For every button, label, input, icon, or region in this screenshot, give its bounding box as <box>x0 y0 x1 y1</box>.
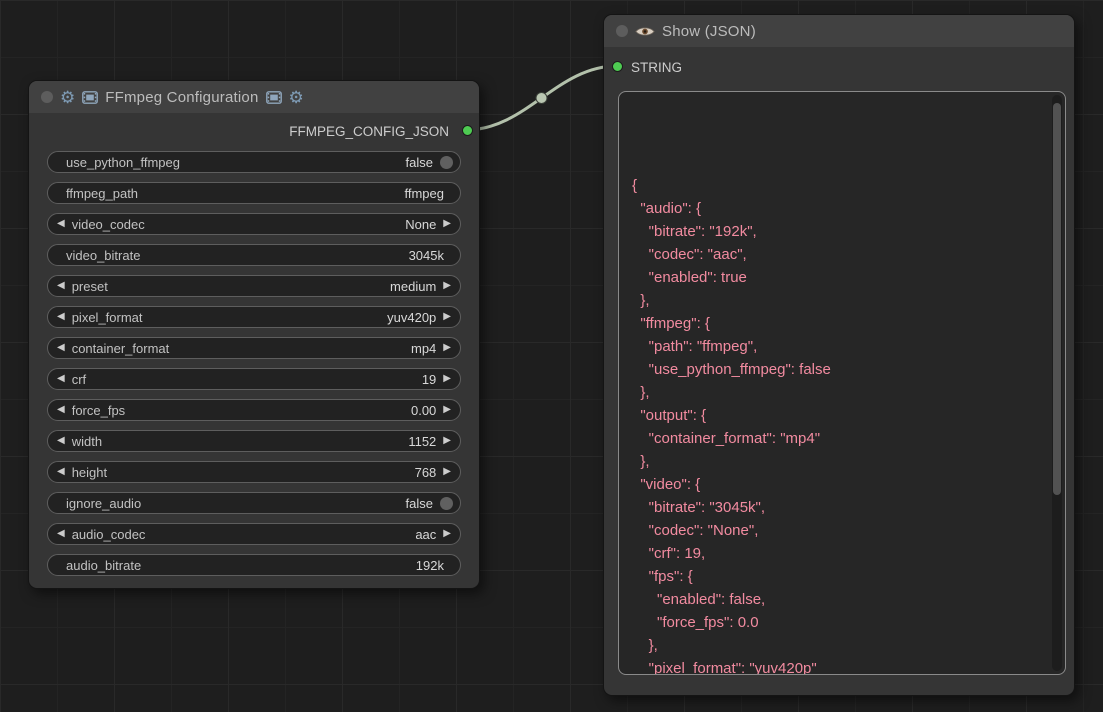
widget-preset[interactable]: ◀ preset medium ▶ <box>47 275 461 297</box>
widget-label: ignore_audio <box>66 496 141 511</box>
decrement-arrow-icon[interactable]: ◀ <box>57 343 65 353</box>
decrement-arrow-icon[interactable]: ◀ <box>57 281 65 291</box>
increment-arrow-icon[interactable]: ▶ <box>443 374 451 384</box>
increment-arrow-icon[interactable]: ▶ <box>443 312 451 322</box>
output-port-ffmpeg-config-json[interactable] <box>462 125 473 136</box>
ffmpeg-configuration-node[interactable]: ⚙ FFmpeg Configuration ⚙ FFMPEG_CONFIG_J… <box>28 80 480 589</box>
collapse-dot[interactable] <box>41 91 53 103</box>
collapse-dot[interactable] <box>616 25 628 37</box>
toggle-knob-icon[interactable] <box>440 497 453 510</box>
node-title-bar[interactable]: ⚙ FFmpeg Configuration ⚙ <box>29 81 479 113</box>
output-slot-label: FFMPEG_CONFIG_JSON <box>289 124 449 139</box>
widget-label: container_format <box>72 341 170 356</box>
widget-value: medium <box>390 279 436 294</box>
widget-ffmpeg_path[interactable]: ◀ ffmpeg_path ffmpeg ▶ <box>47 182 461 204</box>
widget-label: preset <box>72 279 108 294</box>
widget-label: ffmpeg_path <box>66 186 138 201</box>
toggle-knob-icon[interactable] <box>440 156 453 169</box>
link-midpoint-dot <box>536 93 547 104</box>
node-title: FFmpeg Configuration <box>105 89 258 106</box>
widget-list: ◀ use_python_ffmpeg false ▶ ◀ ffmpeg_pat… <box>29 143 479 588</box>
input-port-string[interactable] <box>612 61 623 72</box>
film-icon <box>266 91 282 104</box>
widget-video_codec[interactable]: ◀ video_codec None ▶ <box>47 213 461 235</box>
widget-value: 192k <box>416 558 444 573</box>
widget-value: 0.00 <box>411 403 436 418</box>
widget-ignore_audio[interactable]: ◀ ignore_audio false ▶ <box>47 492 461 514</box>
gear-icon: ⚙ <box>289 89 304 106</box>
widget-label: audio_codec <box>72 527 146 542</box>
increment-arrow-icon[interactable]: ▶ <box>443 467 451 477</box>
widget-label: width <box>72 434 102 449</box>
widget-audio_bitrate[interactable]: ◀ audio_bitrate 192k ▶ <box>47 554 461 576</box>
widget-value: mp4 <box>411 341 436 356</box>
widget-value: 1152 <box>408 434 436 449</box>
increment-arrow-icon[interactable]: ▶ <box>443 529 451 539</box>
scrollbar-thumb[interactable] <box>1053 103 1061 495</box>
widget-audio_codec[interactable]: ◀ audio_codec aac ▶ <box>47 523 461 545</box>
decrement-arrow-icon[interactable]: ◀ <box>57 312 65 322</box>
eye-icon <box>635 25 655 38</box>
widget-value: ffmpeg <box>404 186 444 201</box>
widget-crf[interactable]: ◀ crf 19 ▶ <box>47 368 461 390</box>
widget-video_bitrate[interactable]: ◀ video_bitrate 3045k ▶ <box>47 244 461 266</box>
increment-arrow-icon[interactable]: ▶ <box>443 219 451 229</box>
decrement-arrow-icon[interactable]: ◀ <box>57 405 65 415</box>
widget-use_python_ffmpeg[interactable]: ◀ use_python_ffmpeg false ▶ <box>47 151 461 173</box>
decrement-arrow-icon[interactable]: ◀ <box>57 529 65 539</box>
widget-height[interactable]: ◀ height 768 ▶ <box>47 461 461 483</box>
widget-label: use_python_ffmpeg <box>66 155 180 170</box>
widget-value: false <box>406 155 433 170</box>
json-output-textarea[interactable]: { "audio": { "bitrate": "192k", "codec":… <box>618 91 1066 675</box>
widget-label: crf <box>72 372 86 387</box>
node-title: Show (JSON) <box>662 23 756 40</box>
widget-value: false <box>406 496 433 511</box>
input-slot-row: STRING <box>604 55 1074 79</box>
decrement-arrow-icon[interactable]: ◀ <box>57 436 65 446</box>
decrement-arrow-icon[interactable]: ◀ <box>57 219 65 229</box>
widget-value: aac <box>415 527 436 542</box>
widget-value: 3045k <box>409 248 444 263</box>
widget-label: force_fps <box>72 403 125 418</box>
widget-force_fps[interactable]: ◀ force_fps 0.00 ▶ <box>47 399 461 421</box>
widget-value: None <box>405 217 436 232</box>
input-slot-label: STRING <box>631 60 682 75</box>
widget-value: 19 <box>422 372 436 387</box>
increment-arrow-icon[interactable]: ▶ <box>443 436 451 446</box>
decrement-arrow-icon[interactable]: ◀ <box>57 467 65 477</box>
film-icon <box>82 91 98 104</box>
widget-value: 768 <box>415 465 437 480</box>
increment-arrow-icon[interactable]: ▶ <box>443 405 451 415</box>
widget-label: video_codec <box>72 217 145 232</box>
scrollbar[interactable] <box>1052 95 1062 671</box>
output-slot-row: FFMPEG_CONFIG_JSON <box>29 119 479 143</box>
widget-label: audio_bitrate <box>66 558 141 573</box>
widget-value: yuv420p <box>387 310 436 325</box>
widget-container_format[interactable]: ◀ container_format mp4 ▶ <box>47 337 461 359</box>
widget-width[interactable]: ◀ width 1152 ▶ <box>47 430 461 452</box>
widget-label: pixel_format <box>72 310 143 325</box>
widget-label: video_bitrate <box>66 248 140 263</box>
increment-arrow-icon[interactable]: ▶ <box>443 281 451 291</box>
gear-icon: ⚙ <box>60 89 75 106</box>
node-title-bar[interactable]: Show (JSON) <box>604 15 1074 47</box>
show-json-node[interactable]: Show (JSON) STRING { "audio": { "bitrate… <box>603 14 1075 696</box>
decrement-arrow-icon[interactable]: ◀ <box>57 374 65 384</box>
widget-label: height <box>72 465 107 480</box>
widget-pixel_format[interactable]: ◀ pixel_format yuv420p ▶ <box>47 306 461 328</box>
json-output-text: { "audio": { "bitrate": "192k", "codec":… <box>619 92 1065 675</box>
increment-arrow-icon[interactable]: ▶ <box>443 343 451 353</box>
